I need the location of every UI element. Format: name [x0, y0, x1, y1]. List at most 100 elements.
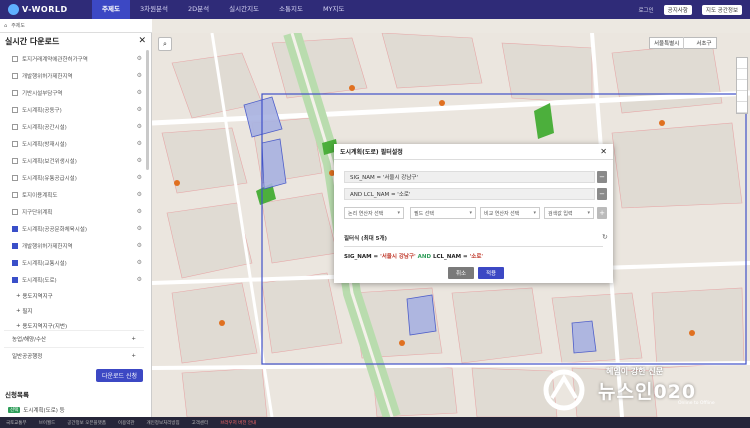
newspaper-watermark: 혜임이 강한 신문 뉴스인020 Online to Offline — [540, 360, 750, 416]
formula-title: 필터식 (최대 5개) — [344, 236, 388, 242]
city-select[interactable]: 서울특별시 — [650, 39, 683, 47]
brand-name: V-WORLD — [22, 5, 68, 14]
category-public-admin[interactable]: 일반공공행정 + — [4, 347, 144, 364]
request-label: 도시계획(도로) 등 — [23, 408, 65, 414]
subitem-parcel[interactable]: + 필지 — [4, 303, 144, 318]
checkbox[interactable] — [12, 208, 18, 215]
apply-button[interactable]: 적용 — [478, 267, 504, 279]
settings-icon[interactable]: ⚙ — [137, 174, 142, 181]
panel-title: 실시간 다운로드 — [5, 36, 60, 46]
layer-item[interactable]: 토지거래계약에관한허가구역 ⚙ — [4, 50, 144, 67]
settings-icon[interactable]: ⚙ — [137, 55, 142, 62]
layer-item[interactable]: 개발행위허가제한지역 ⚙ — [4, 237, 144, 254]
map-search-button[interactable]: ⌕ — [158, 37, 172, 51]
value-input[interactable]: 검색값 입력 — [544, 207, 594, 219]
filter-dialog: 도시계획(도로) 필터설정 ✕ SIG_NAM = '서울시 강남구' − AN… — [334, 144, 613, 283]
checkbox-checked[interactable] — [12, 225, 18, 232]
nav-comm-map[interactable]: 소통지도 — [269, 0, 313, 19]
checkbox[interactable] — [12, 72, 18, 79]
top-right-links: 로그인 공지사항 지도 공간정보 — [638, 0, 742, 19]
layer-item[interactable]: 도시계획(공공문화체육시설) ⚙ — [4, 220, 144, 237]
settings-icon[interactable]: ⚙ — [137, 276, 142, 283]
footer-link[interactable]: 국토교통부 — [6, 420, 27, 426]
checkbox[interactable] — [12, 106, 18, 113]
cancel-button[interactable]: 취소 — [448, 267, 474, 279]
checkbox-checked[interactable] — [12, 259, 18, 266]
layer-item[interactable]: 도시계획(방재시설) ⚙ — [4, 135, 144, 152]
field-select[interactable]: 필드 선택 — [410, 207, 476, 219]
settings-icon[interactable]: ⚙ — [137, 242, 142, 249]
top-navigation: V-WORLD 주제도 3차원분석 2D분석 실시간지도 소통지도 MY지도 로… — [0, 0, 750, 19]
district-select[interactable]: 서초구 — [692, 39, 715, 47]
footer-link[interactable]: 개인정보처리방침 — [147, 420, 180, 426]
checkbox[interactable] — [12, 140, 18, 147]
layer-item[interactable]: 개발행위허가제한지역 ⚙ — [4, 67, 144, 84]
footer-link[interactable]: 고객센터 — [192, 420, 209, 426]
layer-item[interactable]: 도시계획(교통시설) ⚙ — [4, 254, 144, 271]
download-request-button[interactable]: 다운로드 신청 — [96, 369, 144, 382]
remove-condition-button[interactable]: − — [597, 171, 607, 183]
close-icon[interactable]: ✕ — [600, 147, 607, 156]
settings-icon[interactable]: ⚙ — [137, 157, 142, 164]
nav-2d-analysis[interactable]: 2D분석 — [178, 0, 219, 19]
home-icon[interactable]: ⌂ — [4, 23, 7, 29]
login-link[interactable]: 로그인 — [638, 6, 653, 14]
vworld-logo[interactable]: V-WORLD — [0, 4, 92, 15]
checkbox[interactable] — [12, 157, 18, 164]
layer-toggle-button[interactable] — [737, 80, 747, 91]
panel-scrollbar[interactable] — [146, 50, 149, 170]
layer-item[interactable]: 도시계획(도로) ⚙ — [4, 271, 144, 288]
settings-icon[interactable]: ⚙ — [137, 259, 142, 266]
settings-icon[interactable]: ⚙ — [137, 225, 142, 232]
checkbox[interactable] — [12, 174, 18, 181]
logic-operator-select[interactable]: 논리 연산자 선택 — [344, 207, 404, 219]
condition-row-1[interactable]: SIG_NAM = '서울시 강남구' — [344, 171, 595, 183]
checkbox[interactable] — [12, 123, 18, 130]
settings-icon[interactable]: ⚙ — [137, 140, 142, 147]
settings-icon[interactable]: ⚙ — [137, 191, 142, 198]
zoom-out-button[interactable] — [737, 69, 747, 80]
subitem-zoning[interactable]: + 용도지역지구 — [4, 288, 144, 303]
spatial-info-button[interactable]: 지도 공간정보 — [701, 4, 742, 15]
browser-notice[interactable]: 브라우저 버전 안내 — [220, 420, 256, 426]
footer-link[interactable]: 브이월드 — [39, 420, 56, 426]
nav-thematic-map[interactable]: 주제도 — [92, 0, 130, 19]
layer-item[interactable]: 토지이용계획도 ⚙ — [4, 186, 144, 203]
close-icon[interactable]: ✕ — [138, 36, 146, 46]
add-condition-button[interactable]: + — [597, 207, 607, 219]
checkbox[interactable] — [12, 191, 18, 198]
zoom-in-button[interactable] — [737, 58, 747, 69]
layer-item[interactable]: 기반시설부담구역 ⚙ — [4, 84, 144, 101]
layer-item[interactable]: 도시계획(보건위생시설) ⚙ — [4, 152, 144, 169]
nav-3d-analysis[interactable]: 3차원분석 — [130, 0, 178, 19]
footer-link[interactable]: 이용약관 — [118, 420, 135, 426]
checkbox-checked[interactable] — [12, 276, 18, 283]
print-button[interactable] — [737, 102, 747, 113]
refresh-icon[interactable]: ↻ — [602, 233, 608, 241]
settings-icon[interactable]: ⚙ — [137, 106, 142, 113]
settings-icon[interactable]: ⚙ — [137, 72, 142, 79]
condition-row-2[interactable]: AND LCL_NAM = '소로' — [344, 188, 595, 200]
region-selector[interactable]: 서울특별시 서초구 — [649, 37, 717, 49]
category-agriculture[interactable]: 농업/해양/수산 + — [4, 330, 144, 347]
layer-item[interactable]: 지구단위계획 ⚙ — [4, 203, 144, 220]
checkbox[interactable] — [12, 89, 18, 96]
compare-operator-select[interactable]: 비교 연산자 선택 — [480, 207, 540, 219]
settings-icon[interactable]: ⚙ — [137, 123, 142, 130]
checkbox-checked[interactable] — [12, 242, 18, 249]
watermark-slogan: 혜임이 강한 신문 — [606, 367, 664, 376]
layer-item[interactable]: 도시계획(유통공급시설) ⚙ — [4, 169, 144, 186]
remove-condition-button[interactable]: − — [597, 188, 607, 200]
nav-my-map[interactable]: MY지도 — [313, 0, 355, 19]
nav-realtime-map[interactable]: 실시간지도 — [219, 0, 269, 19]
footer-link[interactable]: 공간정보 오픈플랫폼 — [67, 420, 106, 426]
request-list-item[interactable]: 선택 도시계획(도로) 등 — [8, 406, 65, 414]
status-badge: 선택 — [8, 407, 21, 413]
settings-icon[interactable]: ⚙ — [137, 208, 142, 215]
layer-item[interactable]: 도시계획(공동구) ⚙ — [4, 101, 144, 118]
layer-item[interactable]: 도시계획(공간시설) ⚙ — [4, 118, 144, 135]
measure-button[interactable] — [737, 91, 747, 102]
settings-icon[interactable]: ⚙ — [137, 89, 142, 96]
notice-button[interactable]: 공지사항 — [663, 4, 692, 15]
checkbox[interactable] — [12, 55, 18, 62]
